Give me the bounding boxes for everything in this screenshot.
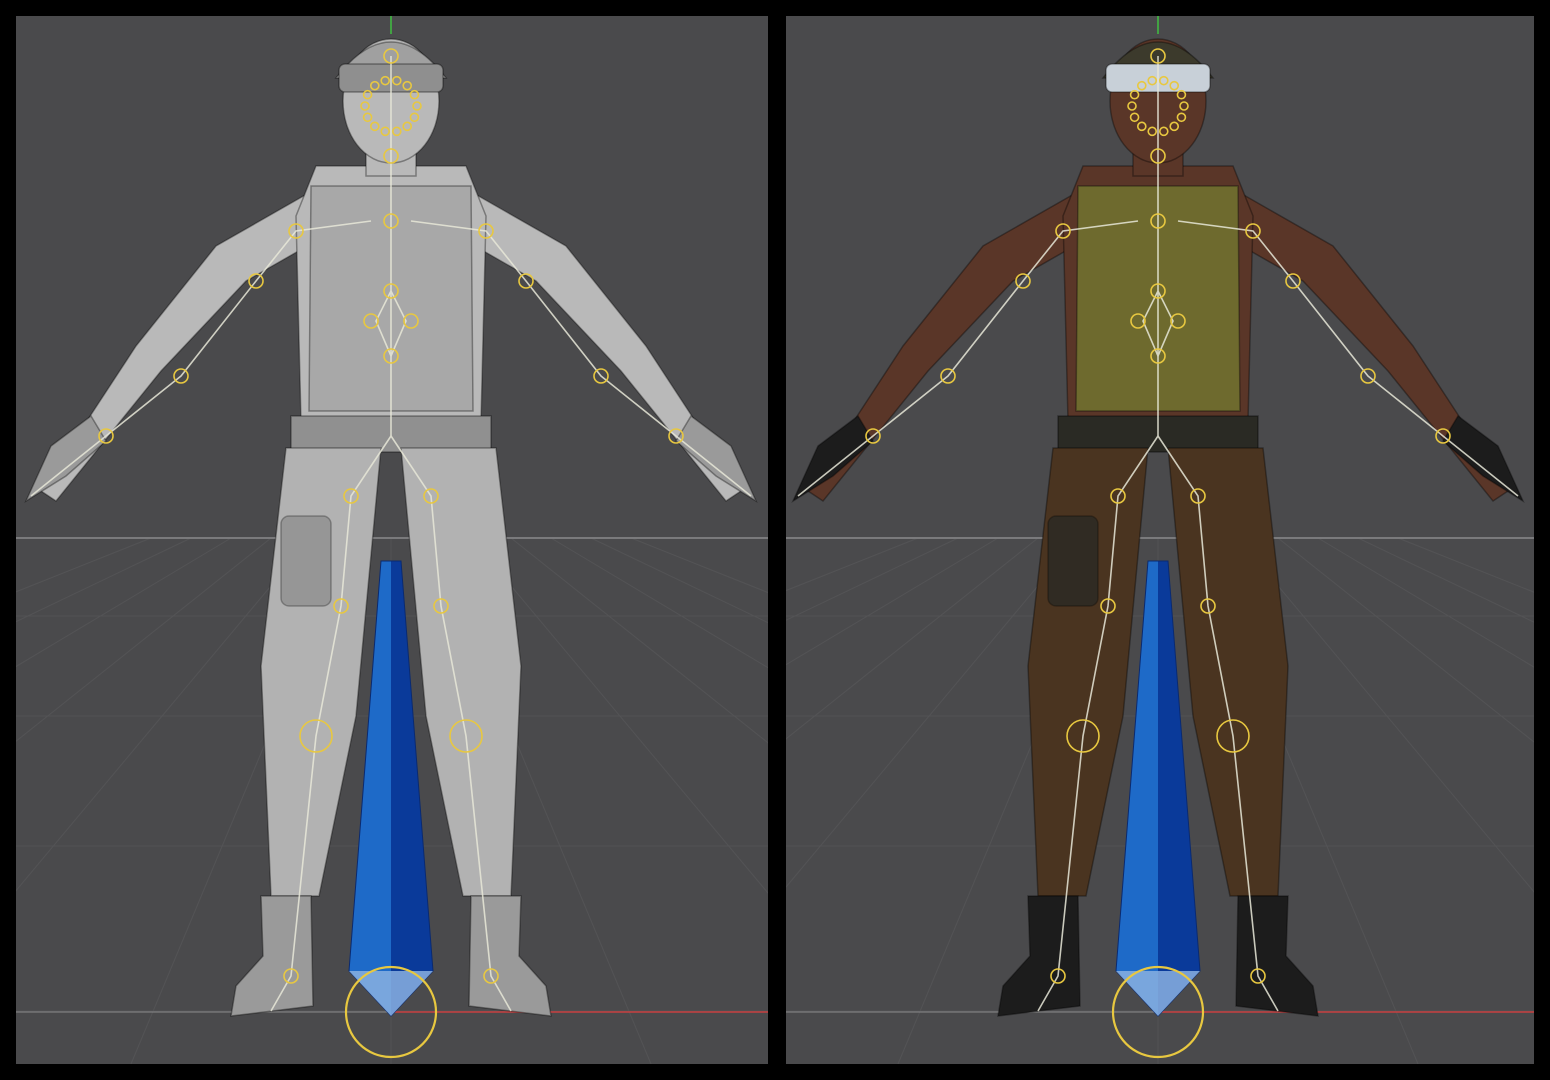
viewport-untextured-canvas[interactable] (16, 16, 768, 1064)
right-boot (1235, 895, 1319, 1017)
viewport-textured-canvas[interactable] (786, 16, 1534, 1064)
left-boot (230, 895, 314, 1017)
right-boot (468, 895, 552, 1017)
viewport-untextured[interactable] (16, 16, 768, 1064)
viewport-textured[interactable] (786, 16, 1534, 1064)
left-boot (997, 895, 1081, 1017)
screenshot-frame (0, 0, 1550, 1080)
viewport-divider (768, 0, 786, 1080)
thigh-holster (1047, 515, 1099, 607)
thigh-holster (280, 515, 332, 607)
